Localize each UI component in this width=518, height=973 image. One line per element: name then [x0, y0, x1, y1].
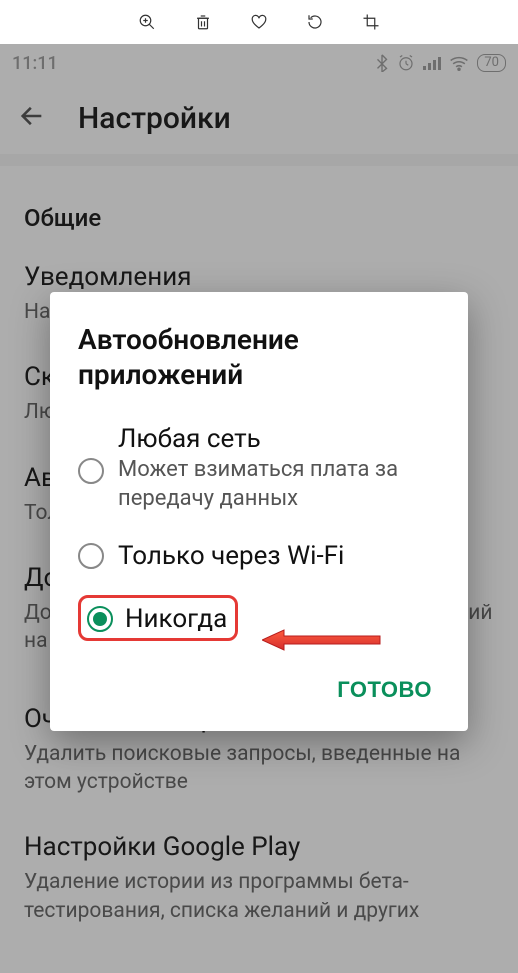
- radio-icon: [78, 543, 104, 569]
- phone-screen: 11:11 70 Настройки Общие Уведом: [0, 44, 518, 973]
- trash-icon[interactable]: [193, 12, 213, 32]
- option-label: Только через Wi-Fi: [118, 541, 440, 571]
- autoupdate-dialog: Автообновление приложений Любая сеть Мож…: [50, 292, 468, 731]
- option-label[interactable]: Никогда: [125, 604, 227, 634]
- dialog-title: Автообновление приложений: [78, 322, 440, 392]
- dialog-actions: ГОТОВО: [78, 667, 440, 713]
- zoom-in-icon[interactable]: [137, 12, 157, 32]
- option-never-highlight: Никогда: [78, 595, 238, 641]
- option-any-network[interactable]: Любая сеть Может взиматься плата за пере…: [78, 420, 440, 517]
- crop-icon[interactable]: [361, 12, 381, 32]
- heart-icon[interactable]: [249, 12, 269, 32]
- option-label: Любая сеть: [118, 424, 440, 454]
- option-wifi-only[interactable]: Только через Wi-Fi: [78, 537, 440, 575]
- radio-icon: [78, 458, 104, 484]
- radio-selected-icon[interactable]: [87, 606, 113, 632]
- rotate-icon[interactable]: [305, 12, 325, 32]
- option-sub: Может взиматься плата за передачу данных: [118, 456, 440, 513]
- annotation-arrow-icon: [262, 628, 382, 652]
- editor-toolbar: [0, 0, 518, 44]
- done-button[interactable]: ГОТОВО: [329, 667, 440, 713]
